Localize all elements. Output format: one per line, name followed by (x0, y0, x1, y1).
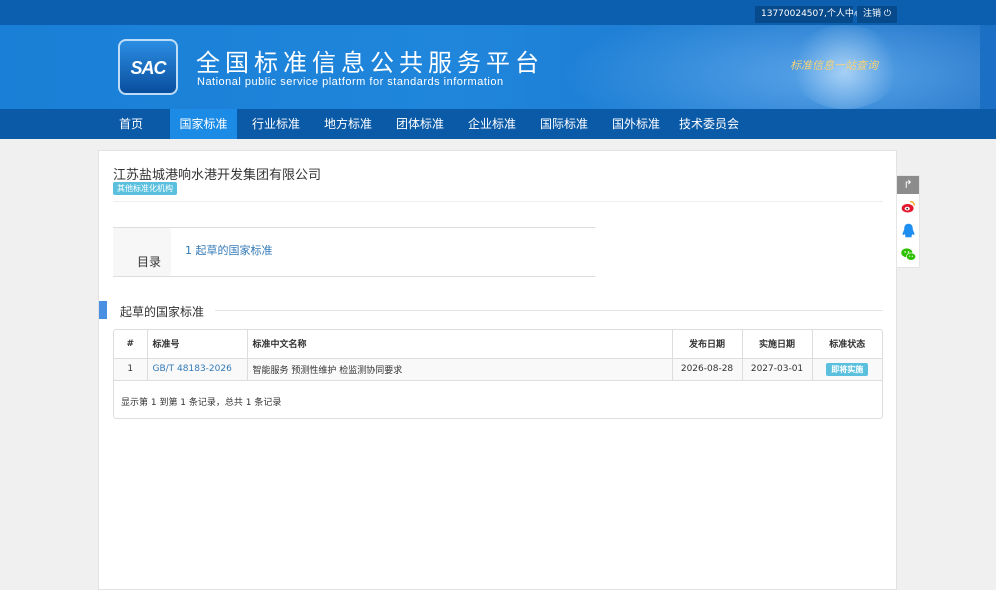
row-index: 1 (114, 358, 148, 381)
status-badge: 即将实施 (826, 362, 869, 376)
standards-table: # 标准号 标准中文名称 发布日期 实施日期 标准状态 1 GB/T 48183… (113, 329, 883, 419)
site-title: 全国标准信息公共服务平台 (196, 49, 544, 77)
section-divider (215, 310, 883, 311)
power-icon: ⏻ (883, 9, 892, 19)
org-type-badge: 其他标准化机构 (113, 182, 177, 195)
toc-label: 目录 (137, 255, 162, 269)
column-header-status[interactable]: 标准状态 (812, 330, 882, 359)
column-header-code[interactable]: 标准号 (147, 330, 248, 359)
standard-name: 智能服务 预测性维护 检监测协同要求 (247, 358, 673, 381)
sac-logo[interactable]: SAC (118, 39, 178, 95)
nav-item-home[interactable]: 首页 (107, 109, 155, 139)
nav-item-technical-committees[interactable]: 技术委员会 (675, 109, 743, 139)
column-header-index[interactable]: # (114, 330, 148, 359)
toc-label-cell: 目录 (113, 228, 171, 276)
table-header-row: # 标准号 标准中文名称 发布日期 实施日期 标准状态 (114, 330, 882, 359)
share-toggle-icon[interactable]: ↱ (897, 176, 919, 194)
section-marker (99, 301, 107, 319)
publish-date: 2026-08-28 (672, 358, 743, 381)
nav-item-foreign-standards[interactable]: 国外标准 (603, 109, 669, 139)
top-bar: 13770024507,个人中心 注销 ⏻ (0, 0, 996, 25)
org-name: 江苏盐城港响水港开发集团有限公司 (113, 168, 322, 183)
header-banner: SAC 全国标准信息公共服务平台 National public service… (0, 25, 996, 109)
content-panel: 江苏盐城港响水港开发集团有限公司 其他标准化机构 目录 1 起草的国家标准 起草… (98, 150, 897, 590)
logout-label: 注销 (863, 9, 882, 19)
pagination-info: 显示第 1 到第 1 条记录，总共 1 条记录 (121, 398, 282, 408)
nav-item-local-standards[interactable]: 地方标准 (315, 109, 381, 139)
column-header-effective-date[interactable]: 实施日期 (742, 330, 813, 359)
table-row: 1 GB/T 48183-2026 智能服务 预测性维护 检监测协同要求 202… (114, 358, 882, 381)
divider (113, 201, 883, 202)
qq-icon[interactable] (900, 222, 917, 239)
nav-item-enterprise-standards[interactable]: 企业标准 (459, 109, 525, 139)
slogan: 标准信息一站查询 (790, 59, 878, 72)
logout-button[interactable]: 注销 ⏻ (857, 6, 897, 23)
toc-link-drafted-standards[interactable]: 1 起草的国家标准 (185, 242, 273, 258)
section-title: 起草的国家标准 (120, 305, 205, 319)
wechat-icon[interactable] (900, 246, 917, 263)
nav-item-international-standards[interactable]: 国际标准 (531, 109, 597, 139)
banner-glow (560, 25, 980, 109)
nav-item-industry-standards[interactable]: 行业标准 (243, 109, 309, 139)
main-nav: 首页 国家标准 行业标准 地方标准 团体标准 企业标准 国际标准 国外标准 技术… (0, 109, 996, 139)
table-of-contents: 目录 1 起草的国家标准 (113, 227, 595, 277)
user-center-button[interactable]: 13770024507,个人中心 (755, 6, 863, 23)
nav-item-group-standards[interactable]: 团体标准 (387, 109, 453, 139)
effective-date: 2027-03-01 (742, 358, 813, 381)
logo-text: SAC (130, 58, 166, 78)
weibo-icon[interactable] (900, 198, 917, 215)
site-subtitle: National public service platform for sta… (197, 76, 504, 88)
standard-code-link[interactable]: GB/T 48183-2026 (147, 358, 248, 381)
share-sidebar: ↱ (896, 175, 920, 268)
column-header-name[interactable]: 标准中文名称 (247, 330, 673, 359)
nav-item-national-standards[interactable]: 国家标准 (170, 109, 237, 139)
status-cell: 即将实施 (812, 358, 882, 381)
column-header-publish-date[interactable]: 发布日期 (672, 330, 743, 359)
